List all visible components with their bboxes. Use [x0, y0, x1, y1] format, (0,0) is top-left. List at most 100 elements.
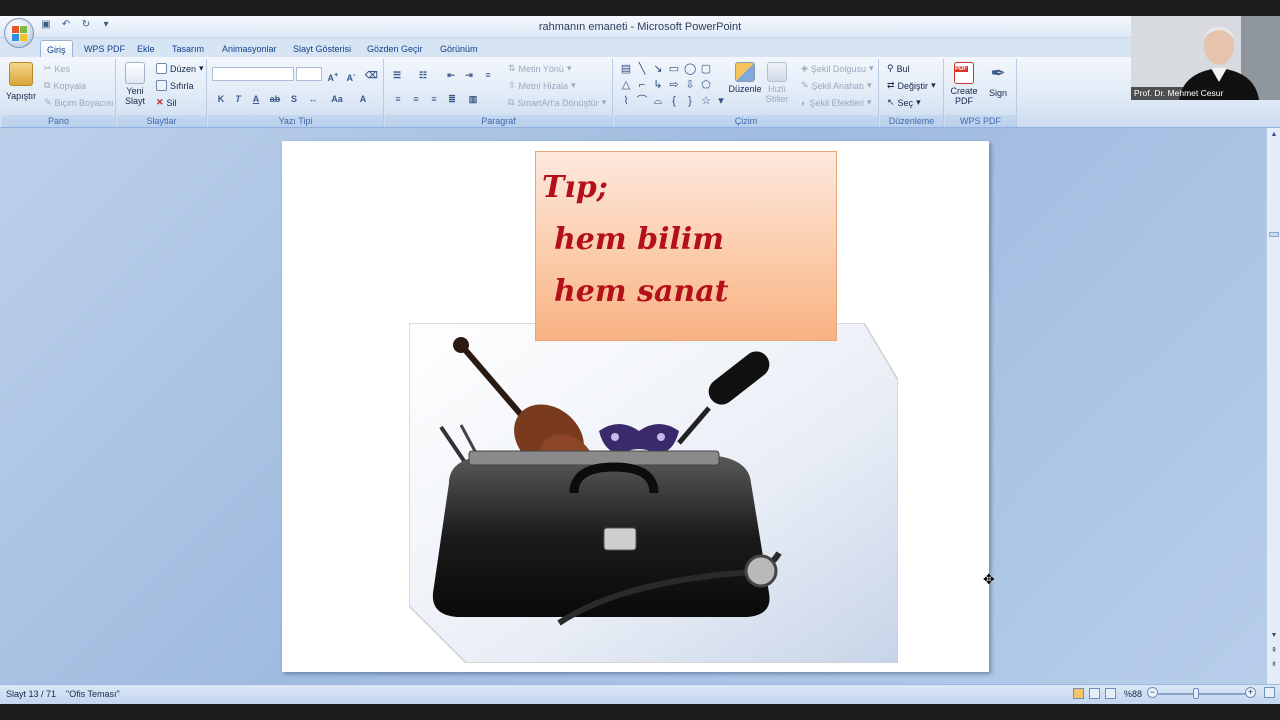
- line-spacing-icon[interactable]: ≡: [481, 67, 495, 81]
- textbox-shape-icon[interactable]: ▤: [620, 63, 632, 75]
- chevron-down-icon: ▾: [199, 63, 204, 73]
- new-slide-button[interactable]: Yeni Slayt: [121, 62, 149, 106]
- rounded-rect-shape-icon[interactable]: ▢: [700, 63, 712, 75]
- create-pdf-button[interactable]: PDF Create PDF: [949, 62, 979, 106]
- zoom-slider-track[interactable]: [1158, 693, 1246, 695]
- vertical-scrollbar[interactable]: ▲ ▼ ⇞ ⇟: [1266, 128, 1280, 684]
- fit-to-window-icon[interactable]: [1264, 687, 1275, 698]
- tab-gorunum[interactable]: Görünüm: [434, 40, 484, 58]
- star-shape-icon[interactable]: ☆: [700, 95, 712, 107]
- previous-slide-icon[interactable]: ⇞: [1269, 646, 1279, 656]
- tab-tasarim[interactable]: Tasarım: [166, 40, 210, 58]
- flowchart-shape-icon[interactable]: ⬠: [700, 79, 712, 91]
- text-direction-button[interactable]: ⇅ Metin Yönü ▾: [508, 63, 571, 74]
- italic-button[interactable]: T: [231, 91, 245, 105]
- cut-button[interactable]: ✂ Kes: [44, 63, 70, 74]
- next-slide-icon[interactable]: ⇟: [1269, 660, 1279, 670]
- quick-styles-icon: [767, 62, 787, 82]
- left-brace-shape-icon[interactable]: {: [668, 95, 680, 107]
- layout-icon: [156, 63, 167, 74]
- scroll-down-icon[interactable]: ▼: [1269, 632, 1279, 642]
- screen-top-edge: [0, 0, 1280, 16]
- copy-button[interactable]: ⧉ Kopyala: [44, 80, 86, 91]
- down-arrow-shape-icon[interactable]: ⇩: [684, 79, 696, 91]
- shape-outline-button[interactable]: ✎ Şekil Anahatı ▾: [801, 80, 872, 91]
- zoom-in-icon[interactable]: +: [1245, 687, 1256, 698]
- line-shape-icon[interactable]: ╲: [636, 63, 648, 75]
- font-color-icon[interactable]: A: [356, 91, 370, 105]
- right-arrow-shape-icon[interactable]: ⇨: [668, 79, 680, 91]
- layout-button[interactable]: Düzen ▾: [156, 63, 204, 74]
- arrange-button[interactable]: Düzenle: [728, 62, 762, 94]
- shape-fill-label: Şekil Dolgusu: [810, 63, 866, 74]
- scroll-up-icon[interactable]: ▲: [1269, 131, 1279, 141]
- numbering-icon[interactable]: ☷: [416, 67, 430, 81]
- align-right-icon[interactable]: ≡: [427, 91, 441, 105]
- underline-button[interactable]: A: [249, 91, 263, 105]
- tab-gozden-gecir[interactable]: Gözden Geçir: [361, 40, 429, 58]
- clear-format-icon[interactable]: ⌫: [364, 67, 378, 81]
- tab-wps-pdf[interactable]: WPS PDF: [78, 40, 131, 58]
- normal-view-icon[interactable]: [1073, 688, 1084, 699]
- reset-button[interactable]: Sıfırla: [156, 80, 194, 91]
- sign-button[interactable]: ✒ Sign: [985, 62, 1011, 98]
- decrease-indent-icon[interactable]: ⇤: [444, 67, 458, 81]
- rectangle-shape-icon[interactable]: ▭: [668, 63, 680, 75]
- freeform-shape-icon[interactable]: ⌓: [652, 95, 664, 107]
- shadow-icon[interactable]: S: [287, 91, 301, 105]
- right-brace-shape-icon[interactable]: }: [684, 95, 696, 107]
- note-line-2: hem bilim: [554, 222, 724, 257]
- clipboard-icon: [9, 62, 33, 86]
- change-case-icon[interactable]: Aa: [330, 91, 344, 105]
- tab-slayt-gosterisi[interactable]: Slayt Gösterisi: [287, 40, 357, 58]
- tab-animasyonlar[interactable]: Animasyonlar: [216, 40, 283, 58]
- smartart-label: SmartArt'a Dönüştür: [517, 97, 599, 108]
- slide-counter: Slayt 13 / 71: [6, 689, 57, 699]
- shape-effects-button[interactable]: ◐ Şekil Efektleri ▾: [801, 97, 872, 108]
- increase-indent-icon[interactable]: ⇥: [462, 67, 476, 81]
- slide-sorter-view-icon[interactable]: [1089, 688, 1100, 699]
- paste-button[interactable]: Yapıştır: [5, 62, 37, 101]
- shape-fill-button[interactable]: ◈ Şekil Dolgusu ▾: [801, 63, 873, 74]
- font-family-combo[interactable]: [212, 67, 294, 81]
- replace-button[interactable]: ⇄ Değiştir ▾: [887, 80, 936, 91]
- curve-shape-icon[interactable]: ⌒: [636, 95, 648, 107]
- new-slide-label-2: Slayt: [124, 96, 145, 106]
- pdf-badge: PDF: [954, 66, 968, 72]
- elbow-arrow-icon[interactable]: ↳: [652, 79, 664, 91]
- columns-icon[interactable]: ▥: [466, 91, 480, 105]
- smartart-button[interactable]: ⧉ SmartArt'a Dönüştür ▾: [508, 97, 606, 108]
- align-text-button[interactable]: ⇳ Metni Hizala ▾: [508, 80, 576, 91]
- callout-shape-icon[interactable]: ⌇: [620, 95, 632, 107]
- bullets-icon[interactable]: ☰: [390, 67, 404, 81]
- tab-ekle[interactable]: Ekle: [131, 40, 161, 58]
- find-button[interactable]: ⚲ Bul: [887, 63, 910, 74]
- doctor-bag-picture[interactable]: [409, 323, 898, 663]
- oval-shape-icon[interactable]: ◯: [684, 63, 696, 75]
- elbow-connector-icon[interactable]: ⌐: [636, 79, 648, 91]
- bold-button[interactable]: K: [214, 91, 228, 105]
- select-button[interactable]: ↖ Seç ▾: [887, 97, 921, 108]
- title-note-shape[interactable]: Tıp; hem bilim hem sanat: [535, 151, 837, 341]
- scroll-thumb[interactable]: [1269, 232, 1279, 237]
- arrow-line-shape-icon[interactable]: ↘: [652, 63, 664, 75]
- char-spacing-icon[interactable]: ↔: [306, 91, 320, 105]
- zoom-level[interactable]: %88: [1124, 689, 1142, 699]
- align-left-icon[interactable]: ≡: [391, 91, 405, 105]
- tab-giris[interactable]: Giriş: [40, 40, 73, 58]
- slideshow-view-icon[interactable]: [1105, 688, 1116, 699]
- zoom-out-icon[interactable]: −: [1147, 687, 1158, 698]
- font-size-combo[interactable]: [296, 67, 322, 81]
- format-painter-button[interactable]: ✎ Biçim Boyacısı: [44, 97, 114, 108]
- delete-slide-button[interactable]: ✕ Sil: [156, 97, 177, 108]
- zoom-slider-thumb[interactable]: [1193, 688, 1199, 699]
- grow-font-icon[interactable]: A+: [326, 67, 340, 83]
- strikethrough-icon[interactable]: ab: [268, 91, 282, 105]
- shrink-font-icon[interactable]: A-: [344, 67, 358, 83]
- office-button[interactable]: [4, 18, 34, 48]
- shapes-more-icon[interactable]: ▾: [715, 95, 727, 107]
- align-center-icon[interactable]: ≡: [409, 91, 423, 105]
- quick-styles-button[interactable]: Hızlı Stiller: [764, 62, 790, 104]
- justify-icon[interactable]: ≣: [445, 91, 459, 105]
- triangle-shape-icon[interactable]: △: [620, 79, 632, 91]
